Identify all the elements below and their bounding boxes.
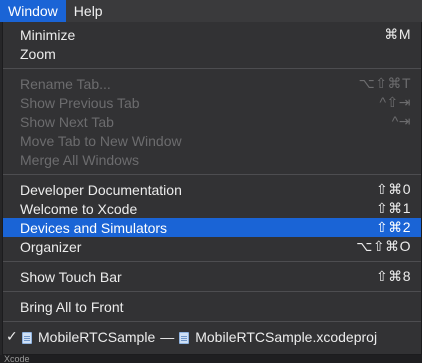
- menu-item-organizer[interactable]: Organizer ⌥⇧⌘O: [3, 237, 421, 256]
- menu-item-label: Organizer: [20, 238, 82, 255]
- menu-item-label: Merge All Windows: [20, 151, 140, 168]
- menu-item-merge-all-windows: Merge All Windows: [3, 150, 421, 169]
- menu-item-shortcut: ⌥⇧⌘O: [356, 238, 411, 254]
- menu-item-zoom[interactable]: Zoom: [3, 44, 421, 63]
- menu-item-show-next-tab: Show Next Tab ^⇥: [3, 112, 421, 131]
- menu-separator: [3, 68, 421, 69]
- window-file-name: MobileRTCSample.xcodeproj: [195, 328, 378, 345]
- checkmark-icon: ✓: [6, 328, 18, 344]
- menu-item-shortcut: ⇧⌘2: [375, 219, 411, 235]
- menu-item-label: Minimize: [20, 26, 76, 43]
- project-file-icon: [22, 331, 32, 344]
- menu-item-label: Move Tab to New Window: [20, 132, 182, 149]
- menu-item-label: Developer Documentation: [20, 181, 182, 198]
- menubar-help[interactable]: Help: [66, 0, 111, 22]
- menubar: Window Help: [0, 0, 422, 22]
- background-window-strip: Xcode: [0, 355, 422, 363]
- menu-item-label: Show Next Tab: [20, 113, 114, 130]
- menu-separator: [3, 261, 421, 262]
- menu-item-label: Bring All to Front: [20, 298, 124, 315]
- menu-item-move-tab-to-new-window: Move Tab to New Window: [3, 131, 421, 150]
- menu-item-show-previous-tab: Show Previous Tab ^⇧⇥: [3, 93, 421, 112]
- menu-item-label: Welcome to Xcode: [20, 200, 138, 217]
- menubar-window[interactable]: Window: [0, 0, 66, 22]
- menu-item-open-window[interactable]: ✓ MobileRTCSample — MobileRTCSample.xcod…: [3, 327, 421, 346]
- menu-item-label: Rename Tab...: [20, 75, 111, 92]
- menu-item-label: Zoom: [20, 45, 56, 62]
- menu-item-shortcut: ⌥⇧⌘T: [358, 75, 411, 91]
- menu-item-label: Devices and Simulators: [20, 219, 168, 236]
- menu-item-developer-documentation[interactable]: Developer Documentation ⇧⌘0: [3, 180, 421, 199]
- menu-separator: [3, 321, 421, 322]
- menu-item-shortcut: ⇧⌘1: [375, 200, 411, 216]
- menu-item-shortcut: ⇧⌘0: [375, 181, 411, 197]
- menu-item-shortcut: ^⇥: [391, 113, 411, 129]
- menu-item-minimize[interactable]: Minimize ⌘M: [3, 25, 421, 44]
- menu-item-shortcut: ⇧⌘8: [375, 268, 411, 284]
- menu-item-show-touch-bar[interactable]: Show Touch Bar ⇧⌘8: [3, 267, 421, 286]
- menu-separator: [3, 174, 421, 175]
- xcodeproj-file-icon: [179, 331, 190, 344]
- menu-item-shortcut: ^⇧⇥: [379, 94, 411, 110]
- menu-separator: [3, 291, 421, 292]
- window-project-name: MobileRTCSample: [38, 328, 156, 345]
- menu-item-devices-and-simulators[interactable]: Devices and Simulators ⇧⌘2: [3, 218, 421, 237]
- menu-item-welcome-to-xcode[interactable]: Welcome to Xcode ⇧⌘1: [3, 199, 421, 218]
- menu-item-label: Show Previous Tab: [20, 94, 140, 111]
- menu-item-rename-tab: Rename Tab... ⌥⇧⌘T: [3, 74, 421, 93]
- menu-item-shortcut: ⌘M: [384, 26, 411, 42]
- window-title-separator: —: [160, 328, 175, 345]
- menu-item-bring-all-to-front[interactable]: Bring All to Front: [3, 297, 421, 316]
- menu-item-label: Show Touch Bar: [20, 268, 122, 285]
- background-text: Xcode: [4, 354, 30, 363]
- window-menu: Minimize ⌘M Zoom Rename Tab... ⌥⇧⌘T Show…: [2, 22, 422, 355]
- screen: Window Help Minimize ⌘M Zoom Rename Tab.…: [0, 0, 422, 363]
